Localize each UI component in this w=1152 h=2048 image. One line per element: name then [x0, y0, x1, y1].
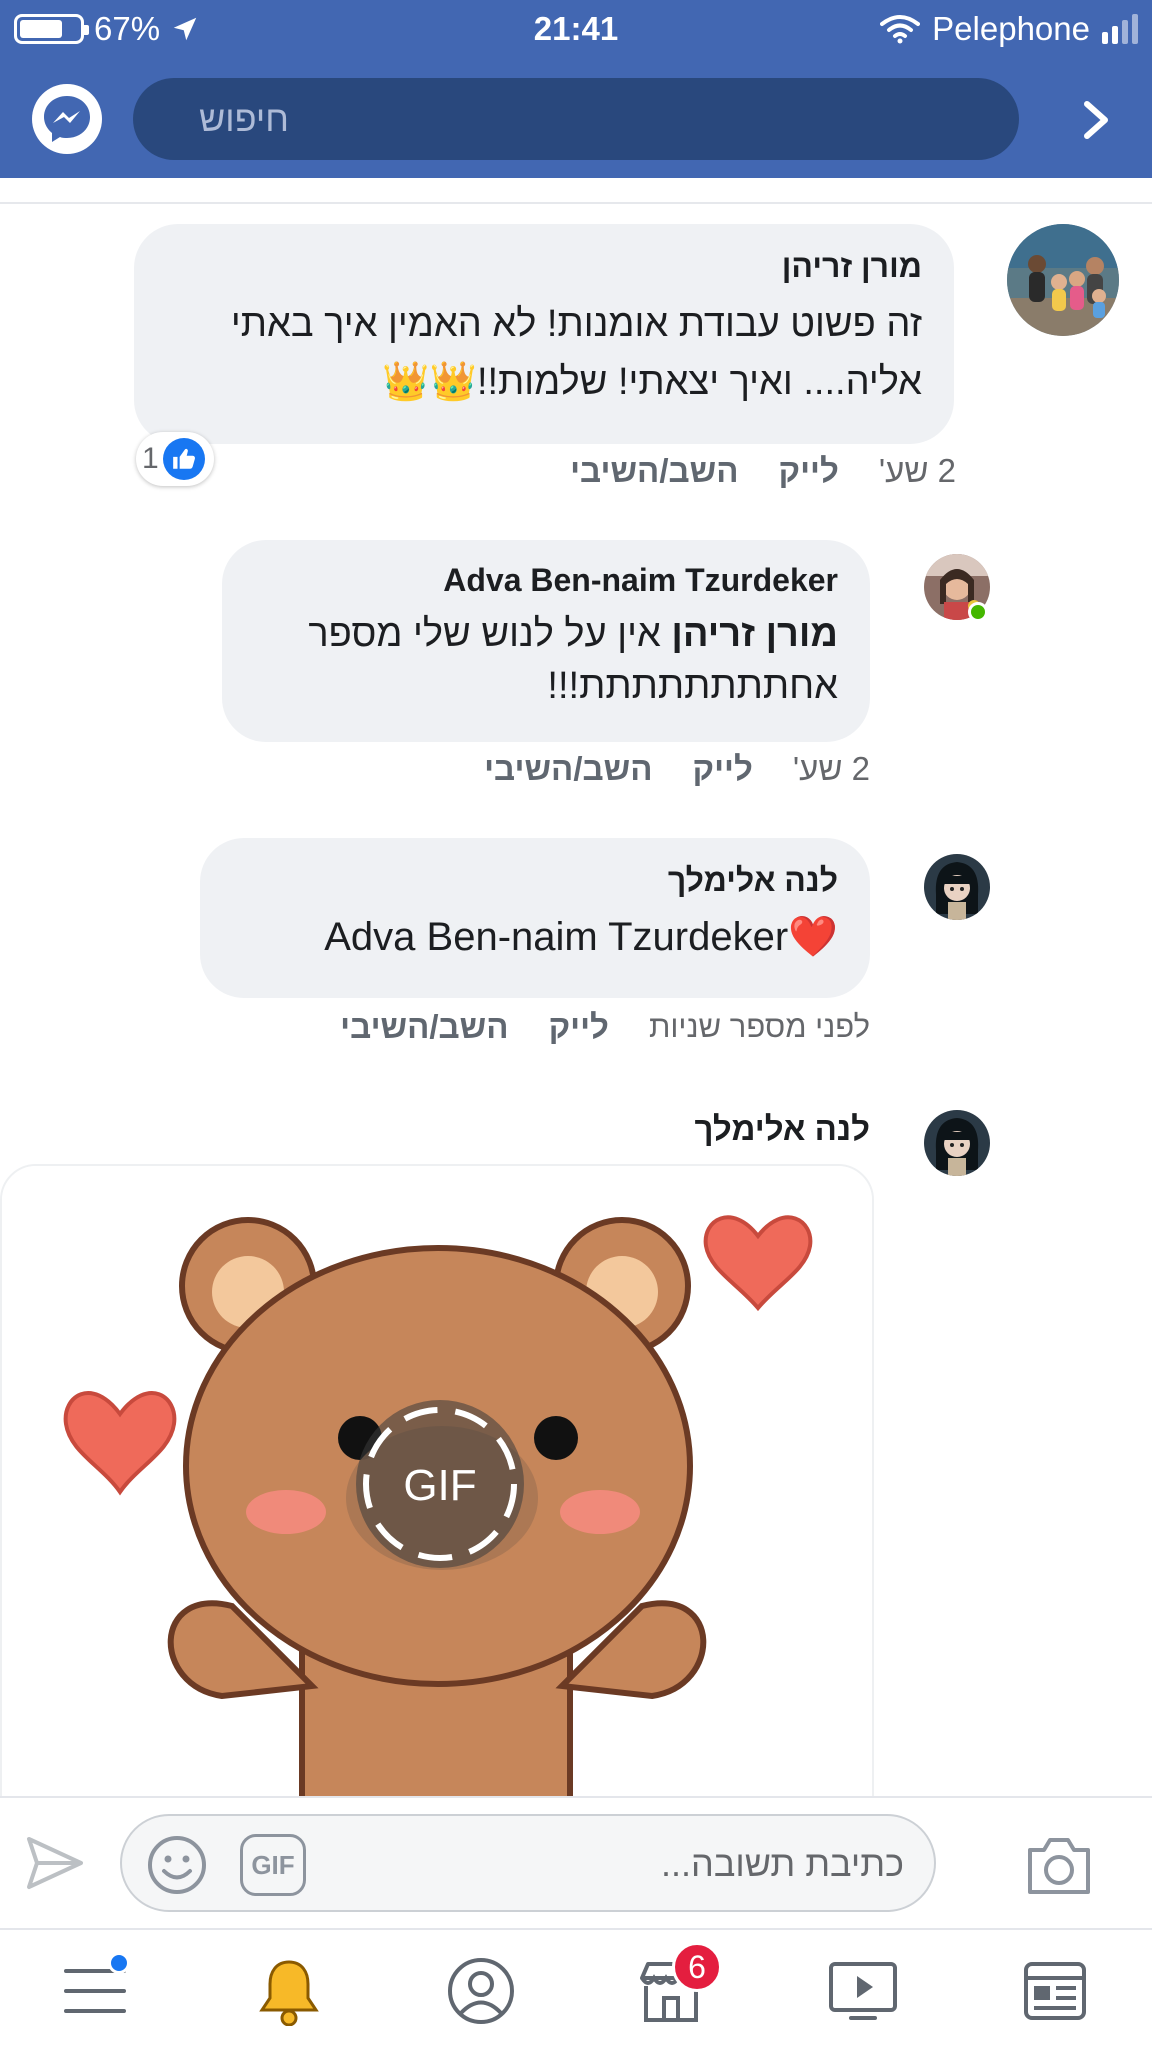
notification-dot — [108, 1952, 130, 1974]
nav-watch[interactable] — [818, 1948, 908, 2034]
forward-button[interactable] — [1066, 90, 1126, 150]
lena-avatar — [924, 854, 990, 920]
like-button[interactable]: לייק — [549, 1008, 609, 1046]
comment-bubble[interactable]: Adva Ben-naim Tzurdeker מורן זריהן אין ע… — [222, 540, 870, 742]
messenger-button[interactable] — [32, 84, 102, 154]
comment-author[interactable]: לנה אלימלך — [232, 862, 838, 899]
avatar[interactable] — [924, 1110, 990, 1176]
nav-marketplace[interactable]: 6 — [626, 1942, 722, 2034]
comment-time: לפני מספר שניות — [648, 1009, 870, 1044]
divider — [0, 202, 1152, 204]
send-button[interactable] — [20, 1828, 90, 1898]
news-feed-icon — [1024, 1962, 1086, 2020]
reply-button[interactable]: השב/השיבי — [340, 1008, 508, 1046]
like-button[interactable]: לייק — [779, 452, 839, 490]
profile-icon — [448, 1958, 514, 2024]
nav-profile[interactable] — [436, 1948, 526, 2034]
reply-field[interactable]: GIF — [120, 1814, 936, 1912]
wifi-icon — [880, 15, 921, 44]
comment-text-line: זה פשוט עבודת אומנות! לא האמין איך באתי — [230, 303, 922, 345]
reply-input[interactable] — [364, 1838, 904, 1890]
like-count: 1 — [142, 442, 159, 475]
marketplace-badge: 6 — [672, 1942, 722, 1992]
top-header: 67% 21:41 Pelephone — [0, 0, 1152, 178]
mention-link[interactable]: מורן זריהן — [671, 613, 838, 655]
comment-time: 2 שע' — [792, 750, 870, 787]
family-photo-avatar — [1007, 224, 1119, 336]
signal-icon — [1102, 14, 1138, 44]
comment-author[interactable]: Adva Ben-naim Tzurdeker — [254, 562, 838, 599]
comment-meta: 2 שע' לייק השב/השיבי — [570, 452, 956, 490]
comment-bubble[interactable]: מורן זריהן זה פשוט עבודת אומנות! לא האמי… — [134, 224, 954, 444]
camera-icon[interactable] — [1024, 1832, 1094, 1898]
comment-author[interactable]: מורן זריהן — [166, 248, 922, 285]
messenger-icon — [44, 96, 90, 142]
comment-text-line: אין על לנוש שלי מספר — [308, 613, 661, 655]
mention-text[interactable]: Adva Ben-naim Tzurdeker — [324, 915, 788, 959]
comment-author[interactable]: לנה אלימלך — [695, 1110, 870, 1148]
gif-play-label: GIF — [403, 1461, 476, 1510]
avatar[interactable] — [1007, 224, 1119, 336]
lena-avatar — [924, 1110, 990, 1176]
watch-icon — [829, 1962, 897, 2020]
heart-emoji: ❤️ — [788, 915, 838, 959]
avatar[interactable] — [924, 854, 990, 920]
search-row — [0, 74, 1152, 164]
nav-notifications[interactable] — [244, 1948, 334, 2034]
reply-bar: GIF — [0, 1796, 1152, 1928]
status-bar: 67% 21:41 Pelephone — [0, 0, 1152, 58]
comment-text-line: אחתתתתתתתת!!! — [547, 665, 838, 707]
comment-bubble[interactable]: לנה אלימלך Adva Ben-naim Tzurdeker❤️ — [200, 838, 870, 998]
nav-news-feed[interactable] — [1010, 1948, 1100, 2034]
chevron-right-icon — [1084, 101, 1108, 139]
nav-menu[interactable] — [50, 1948, 140, 2034]
comment-meta: לפני מספר שניות לייק השב/השיבי — [340, 1008, 870, 1046]
like-count-badge[interactable]: 1 — [136, 432, 214, 486]
comment-text-line: אליה.... ואיך יצאתי! שלמות!!👑👑 — [382, 361, 922, 403]
reply-button[interactable]: השב/השיבי — [484, 750, 652, 788]
app-screen: 67% 21:41 Pelephone חיפוש מורן זריהן זה … — [0, 0, 1152, 2048]
bell-icon — [259, 1960, 319, 2026]
online-status-dot — [968, 602, 988, 622]
bottom-navigation: 6 — [0, 1928, 1152, 2048]
search-input[interactable] — [199, 98, 953, 140]
comment-meta: 2 שע' לייק השב/השיבי — [484, 750, 870, 788]
comment-time: 2 שע' — [878, 452, 956, 489]
bear-sticker-image: GIF — [2, 1166, 872, 1802]
gif-attachment[interactable]: GIF — [0, 1164, 874, 1804]
like-thumb-icon — [162, 438, 205, 480]
search-bar[interactable] — [133, 78, 1019, 160]
send-icon — [27, 1837, 83, 1889]
gif-button[interactable]: GIF — [240, 1834, 306, 1896]
carrier-name: Pelephone — [932, 10, 1090, 47]
reply-button[interactable]: השב/השיבי — [570, 452, 738, 490]
like-button[interactable]: לייק — [693, 750, 753, 788]
emoji-icon[interactable] — [146, 1834, 208, 1896]
